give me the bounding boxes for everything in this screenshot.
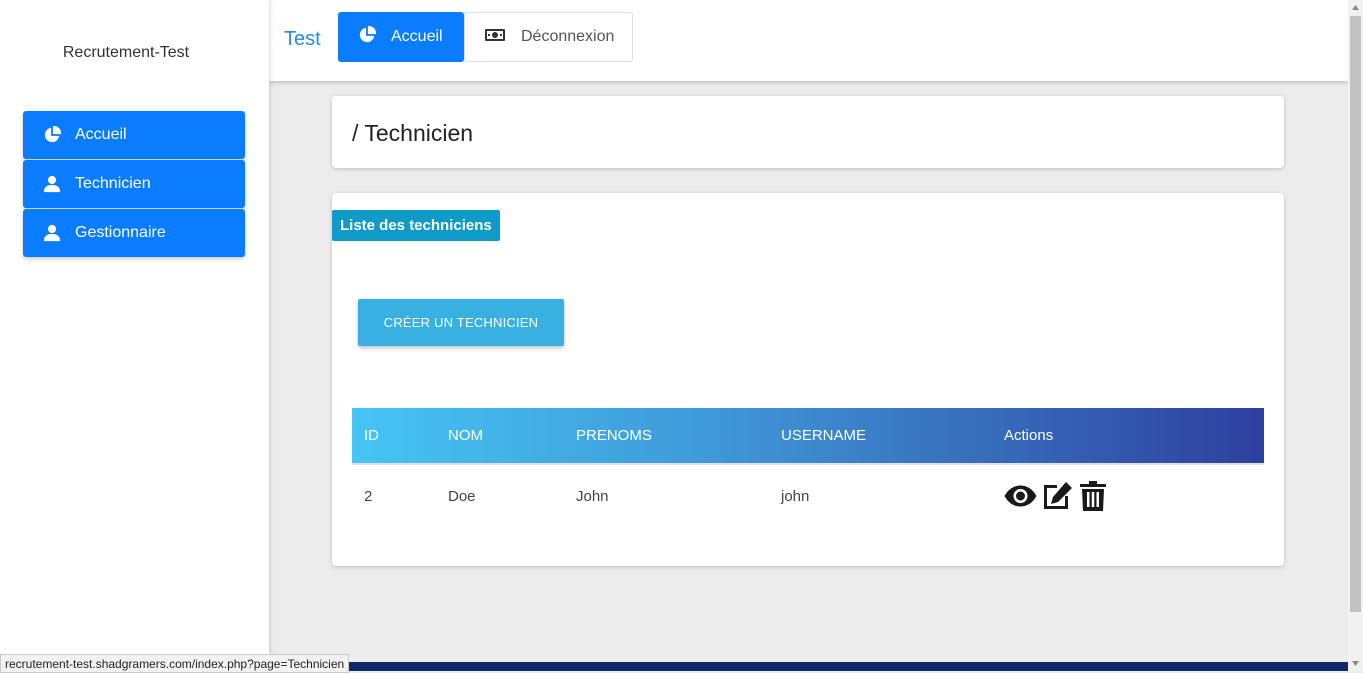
scroll-down-arrow-icon[interactable] — [1348, 656, 1363, 671]
tab-deconnexion[interactable]: Déconnexion — [464, 12, 633, 62]
view-eye-icon[interactable] — [1004, 481, 1037, 511]
browser-status-url: recrutement-test.shadgramers.com/index.p… — [0, 654, 350, 673]
cell-nom: Doe — [448, 487, 476, 505]
cell-username: john — [781, 487, 810, 505]
tab-accueil[interactable]: Accueil — [338, 12, 464, 62]
column-header-prenoms: PRENOMS — [576, 427, 652, 444]
scrollbar-thumb[interactable] — [1350, 16, 1361, 612]
sidebar-item-label: Technicien — [75, 175, 151, 192]
cell-actions — [1004, 481, 1264, 511]
breadcrumb-card: / Technicien — [332, 96, 1284, 168]
technicians-table: ID NOM PRENOMS USERNAME Actions 2 Doe Jo… — [352, 408, 1264, 527]
column-header-actions: Actions — [1004, 427, 1054, 444]
column-header-username: USERNAME — [781, 427, 867, 444]
table-row: 2 Doe John john — [352, 465, 1264, 527]
vertical-scrollbar[interactable] — [1348, 0, 1363, 671]
sidebar-item-gestionnaire[interactable]: Gestionnaire — [23, 209, 245, 257]
navbar-title[interactable]: Test — [284, 28, 321, 51]
tab-label: Accueil — [391, 28, 443, 45]
money-bill-icon — [485, 28, 505, 47]
list-title-badge: Liste des techniciens — [332, 210, 500, 241]
sidebar-item-label: Accueil — [75, 126, 127, 143]
pie-chart-icon — [358, 25, 377, 49]
sidebar-item-technicien[interactable]: Technicien — [23, 160, 245, 208]
edit-icon[interactable] — [1040, 481, 1073, 511]
footer-strip — [269, 662, 1348, 671]
table-header: ID NOM PRENOMS USERNAME Actions — [352, 408, 1264, 465]
brand-title: Recrutement-Test — [62, 44, 190, 61]
tab-label: Déconnexion — [521, 28, 615, 45]
column-header-nom: NOM — [448, 427, 483, 444]
column-header-id: ID — [364, 427, 379, 444]
sidebar: Recrutement-Test Accueil Technicien Gest… — [0, 0, 269, 671]
scroll-up-arrow-icon[interactable] — [1348, 0, 1363, 15]
cell-prenoms: John — [576, 487, 609, 505]
breadcrumb: / Technicien — [352, 120, 474, 146]
create-technician-button[interactable]: CRÉER UN TECHNICIEN — [358, 299, 564, 346]
technicians-card: Liste des techniciens CRÉER UN TECHNICIE… — [332, 193, 1284, 566]
sidebar-item-accueil[interactable]: Accueil — [23, 111, 245, 159]
user-icon — [43, 224, 61, 242]
sidebar-item-label: Gestionnaire — [75, 224, 166, 241]
top-navbar: Test Accueil Déconnexion — [269, 0, 1348, 81]
cell-id: 2 — [364, 487, 373, 505]
trash-icon[interactable] — [1076, 481, 1109, 511]
user-icon — [43, 175, 61, 193]
pie-chart-icon — [43, 126, 61, 144]
